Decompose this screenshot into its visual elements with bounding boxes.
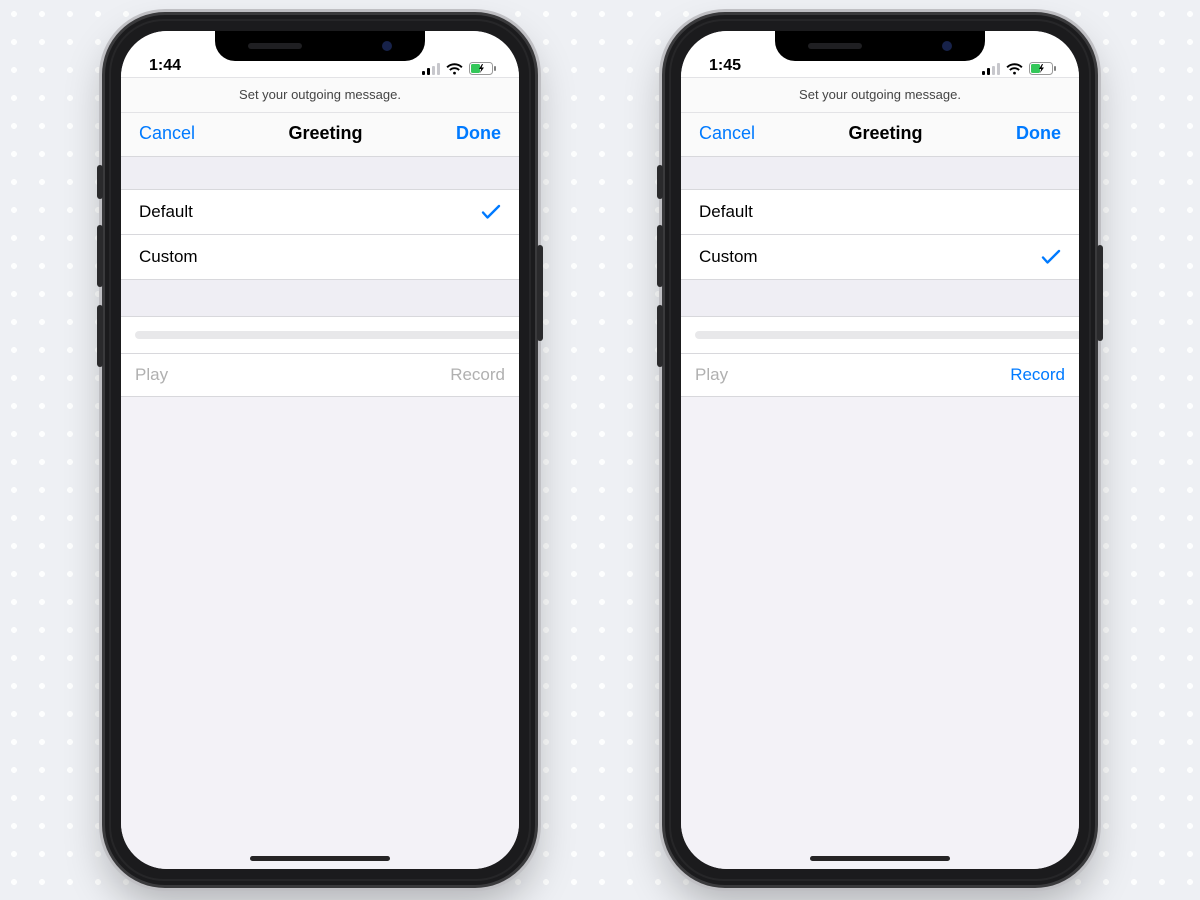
cancel-button[interactable]: Cancel	[139, 123, 195, 144]
volume-down-button	[97, 305, 103, 367]
power-button	[1097, 245, 1103, 341]
play-button: Play	[695, 365, 728, 385]
notch	[775, 31, 985, 61]
nav-title: Greeting	[289, 123, 363, 144]
wifi-icon	[1006, 63, 1023, 75]
done-button[interactable]: Done	[1016, 123, 1061, 144]
content-filler	[681, 397, 1079, 869]
section-gap	[681, 156, 1079, 190]
checkmark-icon	[481, 204, 501, 220]
playback-controls: Play Record	[121, 354, 519, 397]
record-button: Record	[450, 365, 505, 385]
nav-title: Greeting	[849, 123, 923, 144]
content-filler	[121, 397, 519, 869]
battery-charging-icon	[1029, 62, 1057, 75]
recording-progress	[681, 316, 1079, 354]
mute-switch	[657, 165, 663, 199]
prompt-bar: Set your outgoing message.	[681, 78, 1079, 112]
checkmark-icon	[1041, 249, 1061, 265]
nav-bar: Cancel Greeting Done	[121, 113, 519, 156]
section-gap	[121, 156, 519, 190]
wifi-icon	[446, 63, 463, 75]
prompt-text: Set your outgoing message.	[681, 78, 1079, 112]
iphone-frame-left: 1:44 Set your outgoing message. Cancel G…	[105, 15, 535, 885]
greeting-option-custom[interactable]: Custom	[121, 235, 519, 280]
status-time: 1:44	[149, 57, 181, 75]
home-indicator[interactable]	[250, 856, 390, 861]
battery-charging-icon	[469, 62, 497, 75]
volume-down-button	[657, 305, 663, 367]
screen: 1:44 Set your outgoing message. Cancel G…	[121, 31, 519, 869]
greeting-option-default[interactable]: Default	[681, 190, 1079, 235]
power-button	[537, 245, 543, 341]
volume-up-button	[657, 225, 663, 287]
screen: 1:45 Set your outgoing message. Cancel G…	[681, 31, 1079, 869]
home-indicator[interactable]	[810, 856, 950, 861]
progress-track	[135, 331, 519, 339]
prompt-text: Set your outgoing message.	[121, 78, 519, 112]
cancel-button[interactable]: Cancel	[699, 123, 755, 144]
done-button[interactable]: Done	[456, 123, 501, 144]
cellular-signal-icon	[982, 63, 1000, 75]
option-label: Default	[699, 202, 753, 222]
nav-bar: Cancel Greeting Done	[681, 113, 1079, 156]
volume-up-button	[97, 225, 103, 287]
option-label: Custom	[699, 247, 758, 267]
iphone-frame-right: 1:45 Set your outgoing message. Cancel G…	[665, 15, 1095, 885]
status-time: 1:45	[709, 57, 741, 75]
cellular-signal-icon	[422, 63, 440, 75]
mute-switch	[97, 165, 103, 199]
progress-track	[695, 331, 1079, 339]
front-camera	[942, 41, 952, 51]
play-button: Play	[135, 365, 168, 385]
greeting-option-custom[interactable]: Custom	[681, 235, 1079, 280]
speaker-grille	[248, 43, 302, 49]
section-gap	[681, 280, 1079, 316]
record-button[interactable]: Record	[1010, 365, 1065, 385]
speaker-grille	[808, 43, 862, 49]
recording-progress	[121, 316, 519, 354]
option-label: Default	[139, 202, 193, 222]
greeting-option-default[interactable]: Default	[121, 190, 519, 235]
option-label: Custom	[139, 247, 198, 267]
section-gap	[121, 280, 519, 316]
prompt-bar: Set your outgoing message.	[121, 78, 519, 112]
playback-controls: Play Record	[681, 354, 1079, 397]
notch	[215, 31, 425, 61]
front-camera	[382, 41, 392, 51]
